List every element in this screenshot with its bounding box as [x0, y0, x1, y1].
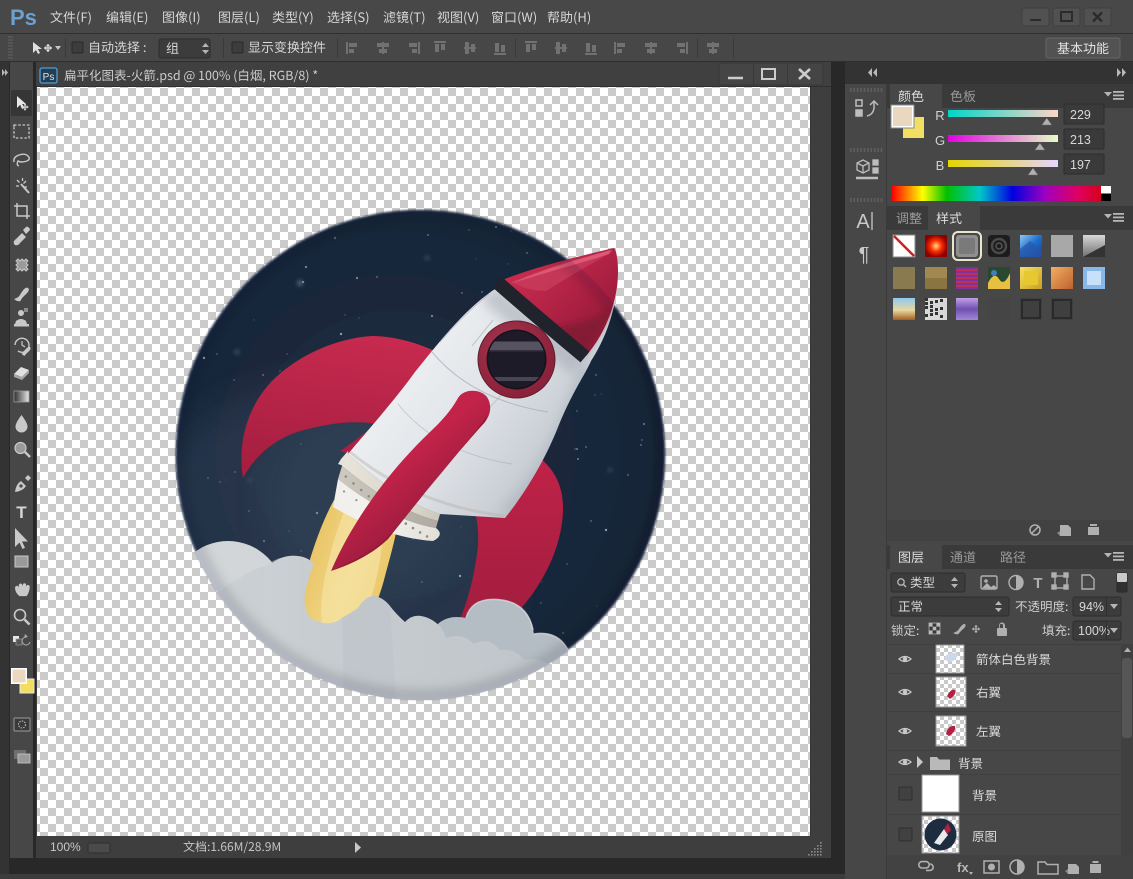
svg-text:197: 197	[1070, 158, 1091, 172]
svg-text:229: 229	[1070, 108, 1091, 122]
svg-text:100%: 100%	[1078, 624, 1110, 638]
svg-text:213: 213	[1070, 133, 1091, 147]
svg-text:94%: 94%	[1079, 600, 1104, 614]
svg-text:Ps: Ps	[43, 72, 55, 83]
svg-text:100%: 100%	[50, 840, 81, 854]
svg-text:fx: fx	[957, 860, 969, 875]
svg-text:R: R	[935, 108, 944, 123]
svg-text:A: A	[856, 211, 870, 233]
svg-text:T: T	[1033, 575, 1042, 592]
svg-text:B: B	[936, 158, 945, 173]
svg-text:Ps: Ps	[10, 5, 37, 30]
svg-text:¶: ¶	[859, 244, 870, 266]
svg-text:T: T	[16, 503, 27, 522]
svg-text:G: G	[935, 133, 945, 148]
